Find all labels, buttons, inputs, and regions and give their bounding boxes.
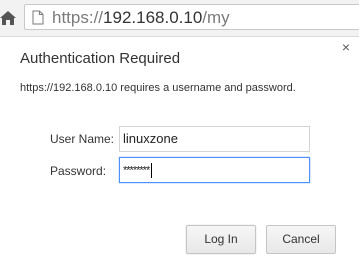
cancel-button[interactable]: Cancel — [266, 225, 336, 254]
dialog-message: https://192.168.0.10 requires a username… — [20, 82, 296, 94]
address-bar[interactable]: https://192.168.0.10/my — [24, 4, 359, 30]
username-input[interactable]: linuxzone — [119, 126, 310, 152]
close-icon[interactable]: × — [340, 40, 352, 54]
url-text: https://192.168.0.10/my — [52, 8, 230, 27]
password-input[interactable]: ******** — [119, 157, 310, 183]
login-button[interactable]: Log In — [186, 225, 256, 254]
url-path: /my — [202, 8, 230, 27]
url-scheme: https:// — [52, 8, 104, 27]
text-caret — [151, 163, 153, 179]
url-host: 192.168.0.10 — [103, 8, 203, 27]
username-label: User Name: — [50, 132, 115, 146]
password-mask: ******** — [123, 164, 150, 177]
browser-toolbar: https://192.168.0.10/my — [0, 0, 359, 37]
password-label: Password: — [50, 164, 107, 178]
home-icon[interactable] — [0, 9, 16, 27]
page-icon — [32, 10, 44, 25]
auth-dialog: × Authentication Required https://192.16… — [0, 37, 359, 274]
dialog-title: Authentication Required — [20, 50, 181, 67]
